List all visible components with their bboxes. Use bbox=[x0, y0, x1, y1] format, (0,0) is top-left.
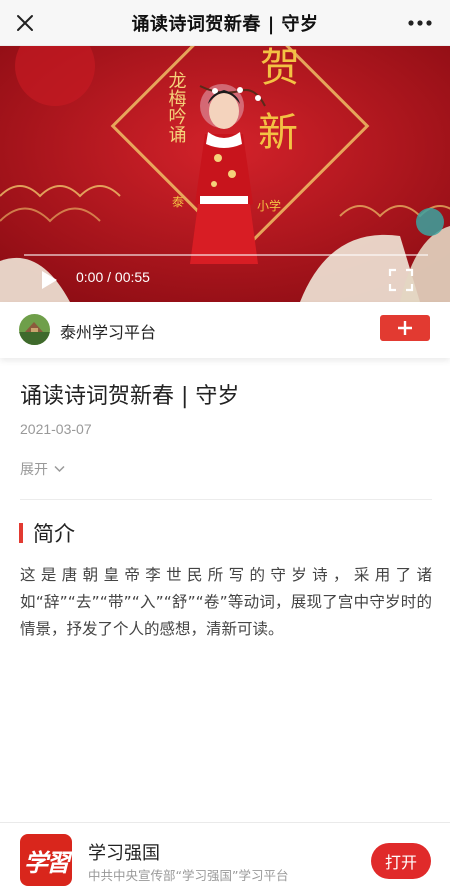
channel-name[interactable]: 泰州学习平台 bbox=[60, 319, 156, 343]
section-text: 这是唐朝皇帝李世民所写的守岁诗，采用了诸如“辞”“去”“带”“入”“舒”“卷”等… bbox=[20, 566, 432, 638]
scene-school-right: 小学 bbox=[257, 198, 281, 213]
play-icon[interactable] bbox=[40, 270, 58, 290]
video-time: 0:00 / 00:55 bbox=[76, 269, 150, 285]
fullscreen-icon[interactable] bbox=[388, 268, 414, 292]
scene-big-char-1: 贺 bbox=[260, 46, 300, 91]
channel-avatar[interactable] bbox=[19, 314, 50, 345]
section-heading: 简介 bbox=[19, 520, 75, 546]
app-subtitle: 中共中央宣传部“学习强国”学习平台 bbox=[88, 868, 289, 883]
divider bbox=[20, 499, 432, 500]
scene-big-char-2: 新 bbox=[258, 110, 298, 156]
follow-button[interactable] bbox=[380, 315, 430, 341]
app-download-bar: 学習 学习强国 中共中央宣传部“学习强国”学习平台 打开 bbox=[0, 822, 450, 890]
app-name: 学习强国 bbox=[88, 843, 160, 864]
video-player[interactable]: 龙梅吟诵 贺 新 泰 小学 0:00 / 00:55 bbox=[0, 46, 450, 302]
scene-vertical-text: 龙梅吟诵 bbox=[166, 71, 187, 143]
section-marker bbox=[19, 523, 23, 543]
more-icon[interactable] bbox=[406, 10, 434, 36]
close-icon[interactable] bbox=[10, 8, 40, 38]
channel-row: 泰州学习平台 bbox=[0, 302, 450, 358]
expand-toggle[interactable]: 展开 bbox=[20, 459, 65, 479]
app-logo: 学習 bbox=[20, 834, 72, 886]
open-app-button[interactable]: 打开 bbox=[371, 843, 431, 879]
video-controls: 0:00 / 00:55 bbox=[0, 258, 450, 302]
app-logo-text: 学習 bbox=[24, 847, 70, 877]
scene-school-left: 泰 bbox=[172, 195, 184, 209]
section-heading-label: 简介 bbox=[33, 522, 75, 546]
top-bar: 诵读诗词贺新春 | 守岁 bbox=[0, 0, 450, 46]
chevron-down-icon bbox=[54, 465, 65, 473]
page-title: 诵读诗词贺新春 | 守岁 bbox=[131, 13, 319, 35]
video-progress-bar[interactable] bbox=[24, 254, 428, 256]
expand-label: 展开 bbox=[20, 462, 48, 478]
article-date: 2021-03-07 bbox=[20, 421, 92, 437]
plus-icon bbox=[398, 321, 412, 335]
article-title: 诵读诗词贺新春 | 守岁 bbox=[20, 384, 240, 409]
